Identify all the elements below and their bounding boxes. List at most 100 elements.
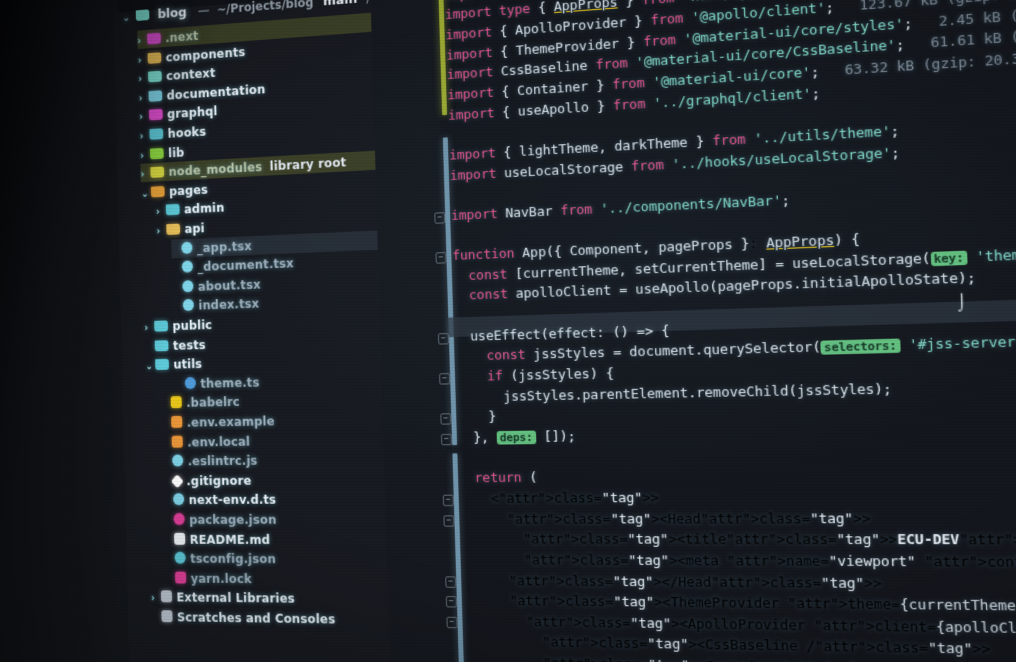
tsx-file-icon	[182, 299, 195, 312]
markdown-icon	[173, 532, 186, 545]
chevron-right-icon[interactable]: ›	[156, 203, 166, 222]
project-folder-icon	[135, 9, 150, 22]
fold-toggle-icon[interactable]: −	[437, 332, 450, 345]
tree-item-label: admin	[183, 200, 225, 217]
code-line-29[interactable]: "attr">class="tag"><title"attr">class="t…	[461, 530, 1016, 552]
tree-item-label: External Libraries	[176, 589, 295, 607]
folder-icon	[150, 185, 165, 198]
folder-icon	[165, 204, 180, 216]
tsx-file-icon	[182, 279, 194, 293]
tree-item-label: .next	[165, 27, 199, 46]
tsx-file-icon	[181, 260, 194, 273]
fold-toggle-icon[interactable]: −	[439, 373, 451, 385]
tree-item-label: next-env.d.ts	[188, 491, 277, 508]
tree-item-label: .babelrc	[186, 394, 241, 411]
fold-toggle-icon[interactable]: −	[443, 514, 455, 527]
code-line-31[interactable]: "attr">class="tag"></Head"attr">class="t…	[462, 571, 882, 594]
eslint-icon	[172, 454, 184, 467]
tree-item-env-example[interactable]: .env.example	[161, 409, 391, 432]
tree-item-readme-md[interactable]: README.md	[164, 529, 394, 548]
folder-icon	[154, 339, 169, 351]
folder-icon	[166, 223, 181, 235]
folder-icon	[155, 359, 170, 371]
fold-toggle-icon[interactable]: −	[445, 596, 458, 608]
tree-item-label: _document.tsx	[197, 255, 295, 275]
fold-toggle-icon[interactable]: −	[445, 575, 457, 588]
code-line-21[interactable]: if (jssStyles) {	[456, 364, 615, 387]
tree-item-label: _app.tsx	[196, 237, 253, 255]
tree-item-label: tsconfig.json	[190, 550, 277, 567]
tree-item-label: api	[184, 220, 205, 237]
code-line-24[interactable]: }, deps: []);	[458, 427, 576, 448]
project-name: blog	[157, 5, 187, 23]
chevron-right-icon[interactable]: ›	[144, 319, 154, 338]
tree-item-label: .gitignore	[186, 472, 252, 488]
json-icon	[174, 551, 186, 564]
chevron-down-icon[interactable]: ⌄	[122, 13, 132, 24]
env-icon	[171, 415, 183, 428]
fold-toggle-icon[interactable]: −	[440, 413, 452, 426]
fold-toggle-icon[interactable]: −	[446, 616, 458, 629]
tree-item-package-json[interactable]: package.json	[163, 509, 393, 529]
tree-item-label: public	[172, 317, 213, 334]
folder-icon	[148, 109, 163, 121]
tree-item-eslintrc-js[interactable]: .eslintrc.js	[162, 449, 392, 471]
folder-icon	[150, 166, 165, 179]
fold-toggle-icon[interactable]: −	[442, 494, 454, 506]
folder-icon	[147, 51, 162, 64]
library-root-badge: library root	[269, 154, 347, 174]
tree-item-label: node_modules	[168, 159, 263, 180]
tree-item-label: about.tsx	[197, 276, 261, 294]
tree-item-label: .env.example	[186, 413, 275, 430]
tree-item-next-env-d-ts[interactable]: next-env.d.ts	[163, 489, 393, 509]
fold-toggle-icon[interactable]: −	[435, 252, 447, 264]
json-icon	[173, 512, 185, 525]
text-cursor-icon: ⌡	[957, 294, 967, 313]
ide-window: Project Structure Favorites ⌄ blog — ~/P…	[0, 0, 1016, 662]
env-icon	[171, 435, 183, 448]
code-line-27[interactable]: <"attr">class="tag">>	[459, 488, 659, 509]
tree-item-label: yarn.lock	[190, 570, 252, 586]
folder-icon	[154, 320, 169, 332]
chevron-down-icon[interactable]: ⌄	[145, 357, 155, 376]
lock-icon	[174, 571, 187, 584]
code-line-28[interactable]: "attr">class="tag"><Head"attr">class="ta…	[460, 508, 871, 529]
fold-toggle-icon[interactable]: −	[434, 211, 446, 224]
folder-icon	[148, 90, 163, 102]
code-line-23[interactable]: }	[457, 408, 496, 428]
chevron-down-icon[interactable]: ⌄	[141, 185, 151, 204]
tree-item-label: graphql	[166, 103, 218, 122]
chevron-right-icon[interactable]: ›	[156, 222, 166, 241]
folder-icon	[148, 70, 162, 83]
tree-item-tsconfig-json[interactable]: tsconfig.json	[164, 549, 394, 569]
babel-icon	[170, 396, 182, 409]
tree-item-yarn-lock[interactable]: yarn.lock	[165, 568, 396, 589]
tree-item-label: README.md	[189, 531, 271, 547]
project-path: ~/Projects/blog	[216, 0, 314, 17]
tree-item-label: utils	[173, 356, 203, 372]
chevron-right-icon[interactable]: ›	[151, 590, 161, 609]
tree-item-gitignore[interactable]: .gitignore	[162, 469, 392, 490]
tree-item-label: .eslintrc.js	[187, 452, 258, 469]
git-icon	[170, 474, 184, 489]
tree-item-label: hooks	[167, 123, 207, 141]
project-path-separator: —	[197, 3, 210, 20]
tree-item-label: context	[166, 65, 216, 84]
chevron-right-icon[interactable]: ›	[140, 165, 150, 184]
tree-item-scratches-and-consoles[interactable]: Scratches and Consoles	[151, 607, 396, 629]
tree-item-external-libraries[interactable]: › External Libraries	[151, 588, 396, 610]
tree-item-label: .env.local	[187, 433, 251, 450]
git-branch-label[interactable]: main	[323, 0, 358, 9]
ts-file-icon	[184, 376, 196, 389]
library-icon	[160, 590, 173, 603]
folder-icon	[149, 128, 164, 140]
fold-toggle-icon[interactable]: −	[440, 433, 453, 446]
code-line-26[interactable]: return (	[459, 468, 538, 488]
tree-item-label: Scratches and Consoles	[176, 609, 336, 627]
tree-item-label: theme.ts	[200, 374, 260, 391]
tree-item-label: pages	[168, 181, 209, 199]
tree-item-label: tests	[172, 336, 206, 353]
tree-item-env-local[interactable]: .env.local	[161, 429, 391, 451]
tsx-file-icon	[181, 241, 193, 254]
tree-item-label: lib	[167, 144, 185, 160]
